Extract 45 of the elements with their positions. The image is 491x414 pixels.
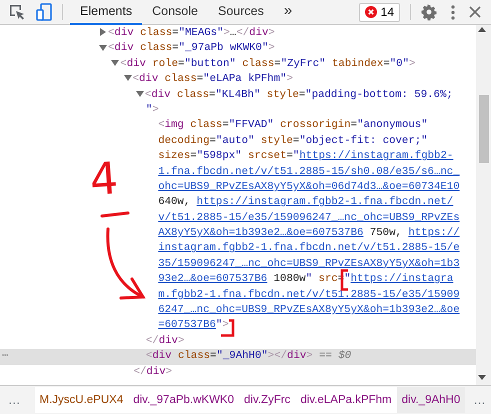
annotation-dash [100,212,130,218]
scrollbar-thumb[interactable] [478,95,488,163]
inspect-icon[interactable] [8,3,26,21]
code-line[interactable]: <div class="eLAPa kPFhm"> [0,72,476,88]
collapse-arrow-icon[interactable] [134,88,145,99]
panel-tab[interactable]: Sources [208,0,274,24]
collapse-arrow-icon[interactable] [98,42,108,53]
settings-icon[interactable] [421,4,437,20]
code-line[interactable]: =607537B6"> [0,318,476,334]
more-tabs-button[interactable]: » [274,0,302,24]
panel-tab[interactable]: Console [142,0,208,24]
code-line[interactable]: <div class="_97aPb wKWK0"> [0,41,476,57]
code-line[interactable]: 6247_…nc_ohc=UBS9_RPvZEsAX8yY5yX&oh=1b393e2…&oe [0,303,476,318]
code-line[interactable]: </div> [0,364,476,380]
close-icon[interactable] [469,6,481,18]
code-line[interactable]: <img class="FFVAD" crossorigin="anonymous" [0,118,476,134]
code-line[interactable]: "> [0,102,476,118]
breadcrumb-item[interactable]: div._97aPb.wKWK0 [128,387,240,413]
panel-tab[interactable]: Elements [70,0,142,24]
code-line[interactable]: v/t51.2885-15/e35/159096247_…nc_ohc=UBS9_RPvZEs [0,210,476,226]
device-toolbar-icon[interactable] [36,3,52,21]
collapse-arrow-icon[interactable] [122,73,133,84]
code-line[interactable]: <div class="KL4Bh" style="padding-bottom: 59.6%; [0,88,476,103]
code-line[interactable]: instagram.fgbb2-1.fna.fbcdn.net/v/t51.2885-15/e [0,241,476,257]
collapse-arrow-icon[interactable] [110,58,120,68]
breadcrumb-item[interactable]: div.ZyFrc [239,387,296,413]
code-line[interactable]: AX8yY5yX&oh=1b393e2…&oe=607537B6 750w, https:// [0,226,476,242]
expand-arrow-icon[interactable] [98,27,108,38]
annotation-bracket [221,319,234,337]
error-count-button[interactable]: 14 [358,2,400,22]
code-line[interactable]: <div class="MEAGs">…</div> [0,26,476,42]
breadcrumb-item[interactable]: div._9AhH0 [396,387,466,413]
breadcrumb-item[interactable]: M.JyscU.ePUX4 [34,387,128,413]
code-line[interactable]: m.fgbb2-1.fna.fbcdn.net/v/t51.2885-15/e35/15909 [0,288,476,304]
more-breadcrumbs-button[interactable]: … [465,390,491,410]
code-line[interactable]: decoding="auto" style="object-fit: cover;" [0,134,476,150]
code-line[interactable]: <div role="button" class="ZyFrc" tabindex="0"> [0,56,476,72]
more-breadcrumbs-button[interactable]: … [0,390,28,410]
scrollbar[interactable] [476,25,491,385]
code-line[interactable]: </div> [0,334,476,350]
annotation-arrow [106,228,146,300]
code-line[interactable]: 35/159096247_…nc_ohc=UBS9_RPvZEsAX8yY5yX&oh=1b3 [0,256,476,272]
error-icon [364,6,377,18]
breadcrumb-item[interactable]: div.eLAPa.kPFhm [295,387,397,413]
more-options-icon[interactable] [451,4,455,20]
